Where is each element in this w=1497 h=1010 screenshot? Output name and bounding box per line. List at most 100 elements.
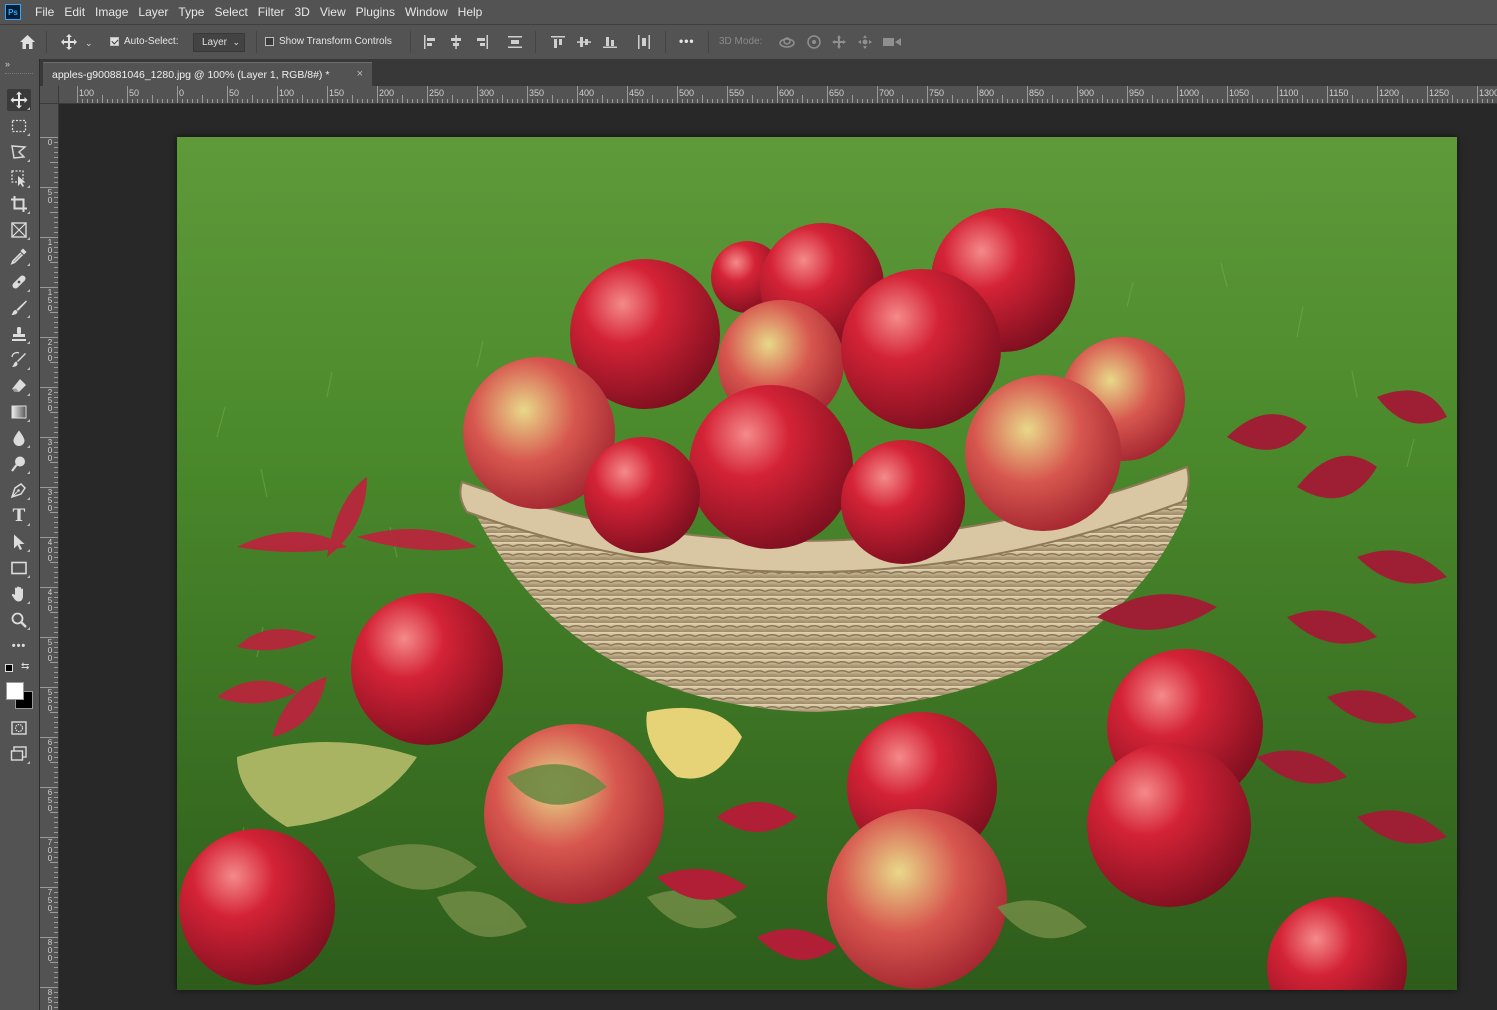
home-icon[interactable] [19, 34, 36, 50]
align-middle-icon[interactable] [576, 34, 592, 50]
menu-image[interactable]: Image [90, 0, 133, 24]
ruler-minor-tick [1067, 99, 1068, 103]
lasso-tool[interactable] [7, 141, 31, 163]
rectangle-tool[interactable] [7, 557, 31, 579]
scale-3d-camera-icon[interactable] [882, 35, 902, 49]
ruler-minor-tick [412, 99, 413, 103]
menu-type[interactable]: Type [173, 0, 209, 24]
ruler-minor-tick [54, 707, 58, 708]
ruler-minor-tick [1157, 99, 1158, 103]
pen-icon [10, 483, 26, 499]
menu-3d[interactable]: 3D [289, 0, 314, 24]
menu-layer[interactable]: Layer [133, 0, 173, 24]
crop-tool[interactable] [7, 193, 31, 215]
ruler-minor-tick [987, 99, 988, 103]
type-tool[interactable]: T [7, 505, 31, 527]
horizontal-ruler[interactable]: 100 50 0 50 100 150 200 250 300 350 400 450 500 550 60… [59, 86, 1497, 104]
brush-tool[interactable] [7, 297, 31, 319]
move-tool[interactable] [7, 89, 31, 111]
distribute-vertical-icon[interactable] [507, 34, 523, 50]
ruler-minor-tick [54, 722, 58, 723]
stamp-tool[interactable] [7, 323, 31, 345]
menu-file[interactable]: File [30, 0, 59, 24]
chevron-down-icon[interactable]: ⌄ [85, 36, 93, 51]
more-icon: ••• [11, 640, 27, 652]
ruler-minor-tick [1202, 95, 1203, 103]
photoshop-logo[interactable]: Ps [5, 4, 21, 20]
ruler-minor-tick [792, 99, 793, 103]
menu-help[interactable]: Help [453, 0, 488, 24]
object-select-tool[interactable] [7, 167, 31, 189]
arrow-icon [14, 534, 25, 550]
menu-select[interactable]: Select [209, 0, 252, 24]
menu-edit[interactable]: Edit [59, 0, 90, 24]
ruler-label: 400 [579, 88, 595, 98]
pen-tool[interactable] [7, 479, 31, 501]
menu-filter[interactable]: Filter [253, 0, 290, 24]
slide-3d-icon[interactable] [857, 34, 873, 50]
document-image[interactable] [177, 137, 1457, 990]
frame-tool[interactable] [7, 219, 31, 241]
ruler-minor-tick [54, 252, 58, 253]
edit-toolbar-button[interactable]: ••• [7, 635, 31, 657]
align-bottom-icon[interactable] [602, 34, 618, 50]
healing-tool[interactable] [7, 271, 31, 293]
ruler-minor-tick [54, 542, 58, 543]
quick-mask-button[interactable] [7, 717, 31, 739]
hand-tool[interactable] [7, 583, 31, 605]
move-tool-preset-icon[interactable] [61, 34, 77, 50]
ruler-minor-tick [1467, 99, 1468, 103]
screen-mode-button[interactable] [7, 743, 31, 765]
swap-colors-icon[interactable]: ⇆ [21, 661, 29, 672]
ruler-origin[interactable] [40, 86, 59, 104]
ruler-minor-tick [922, 99, 923, 103]
auto-select-label: Auto-Select: [124, 36, 179, 47]
canvas-area[interactable] [59, 104, 1497, 1010]
ruler-minor-tick [432, 99, 433, 103]
vertical-ruler[interactable]: 0 50 100 150 200 250 300 350 400 450 500 550 600 650 7… [40, 104, 59, 1010]
align-center-icon[interactable] [448, 34, 464, 50]
ruler-minor-tick [662, 99, 663, 103]
collapse-panel-icon[interactable]: » [5, 59, 10, 69]
path-select-tool[interactable] [7, 531, 31, 553]
ruler-minor-tick [54, 567, 58, 568]
history-brush-tool[interactable] [7, 349, 31, 371]
default-colors-icon[interactable] [5, 664, 13, 672]
more-options-button[interactable]: ••• [679, 35, 695, 47]
roll-3d-icon[interactable] [806, 34, 822, 50]
ruler-minor-tick [54, 592, 58, 593]
ruler-label: 650 [47, 788, 53, 813]
blur-tool[interactable] [7, 427, 31, 449]
show-transform-checkbox[interactable] [265, 37, 274, 46]
zoom-tool[interactable] [7, 609, 31, 631]
panel-grip[interactable] [5, 73, 33, 76]
align-left-icon[interactable] [422, 34, 438, 50]
close-icon[interactable]: × [357, 68, 363, 80]
ruler-minor-tick [472, 99, 473, 103]
menu-window[interactable]: Window [400, 0, 453, 24]
align-right-icon[interactable] [474, 34, 490, 50]
ruler-minor-tick [107, 99, 108, 103]
eraser-tool[interactable] [7, 375, 31, 397]
menu-view[interactable]: View [315, 0, 351, 24]
rectangle-icon [11, 561, 27, 575]
document-tab[interactable]: apples-g900881046_1280.jpg @ 100% (Layer… [43, 62, 372, 86]
ruler-minor-tick [54, 652, 58, 653]
eyedropper-tool[interactable] [7, 245, 31, 267]
foreground-color-swatch[interactable] [6, 682, 24, 700]
ruler-minor-tick [54, 222, 58, 223]
ruler-minor-tick [54, 577, 58, 578]
align-top-icon[interactable] [550, 34, 566, 50]
auto-select-checkbox[interactable] [110, 37, 119, 46]
orbit-3d-icon[interactable] [778, 34, 796, 50]
menu-plugins[interactable]: Plugins [351, 0, 400, 24]
marquee-tool[interactable] [7, 115, 31, 137]
gradient-tool[interactable] [7, 401, 31, 423]
auto-select-target-dropdown[interactable]: Layer ⌄ [193, 33, 245, 52]
distribute-horizontal-icon[interactable] [636, 34, 652, 50]
ruler-minor-tick [54, 947, 58, 948]
menu-bar: Ps File Edit Image Layer Type Select Filter 3D V… [0, 0, 1497, 24]
ruler-minor-tick [50, 812, 58, 813]
dodge-tool[interactable] [7, 453, 31, 475]
pan-3d-icon[interactable] [831, 34, 847, 50]
